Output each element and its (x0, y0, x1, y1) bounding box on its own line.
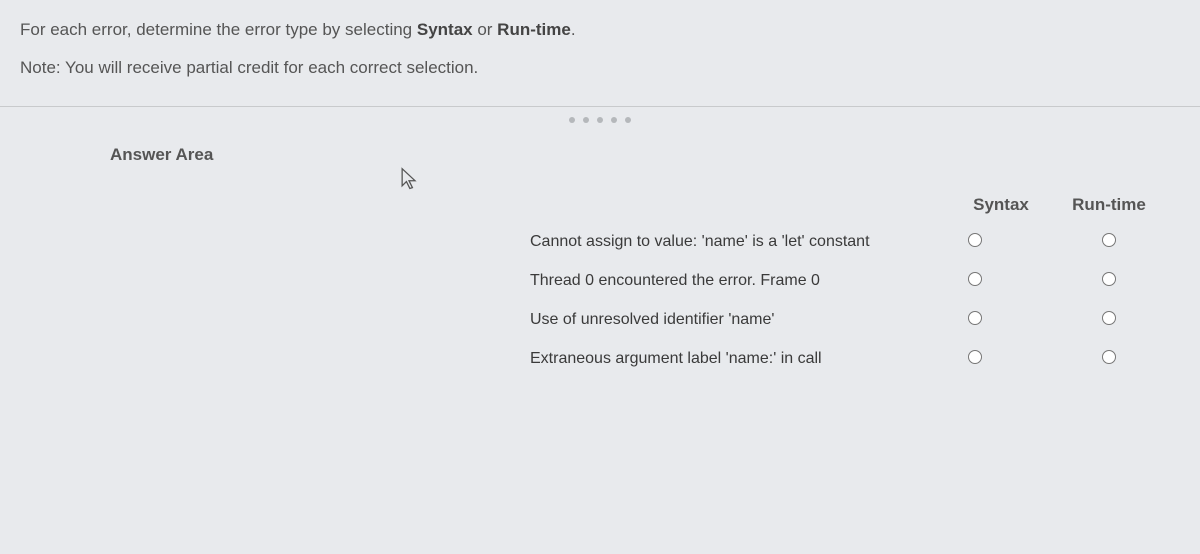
radio-cell-syntax (934, 350, 1016, 369)
radio-group (934, 233, 1160, 252)
radio-runtime[interactable] (1102, 311, 1116, 325)
radio-syntax[interactable] (968, 350, 982, 364)
instruction-text: or (473, 20, 498, 39)
instruction-line-1: For each error, determine the error type… (20, 18, 1180, 42)
drag-handle-dots (569, 117, 631, 123)
column-headers: Syntax Run-time (530, 195, 1160, 215)
instruction-text: . (571, 20, 576, 39)
radio-syntax[interactable] (968, 233, 982, 247)
answer-table: Syntax Run-time Cannot assign to value: … (530, 195, 1160, 369)
question-row: Cannot assign to value: 'name' is a 'let… (530, 233, 1160, 252)
radio-group (934, 350, 1160, 369)
answer-area-label: Answer Area (110, 145, 1160, 165)
radio-cell-runtime (1068, 350, 1150, 369)
question-row: Thread 0 encountered the error. Frame 0 (530, 272, 1160, 291)
radio-runtime[interactable] (1102, 272, 1116, 286)
radio-syntax[interactable] (968, 311, 982, 325)
radio-cell-runtime (1068, 272, 1150, 291)
dot-icon (583, 117, 589, 123)
radio-runtime[interactable] (1102, 233, 1116, 247)
instructions-block: For each error, determine the error type… (0, 0, 1200, 107)
question-container: For each error, determine the error type… (0, 0, 1200, 554)
question-text: Cannot assign to value: 'name' is a 'let… (530, 233, 934, 251)
question-text: Use of unresolved identifier 'name' (530, 311, 934, 329)
syntax-bold: Syntax (417, 20, 473, 39)
radio-group (934, 272, 1160, 291)
instruction-line-2: Note: You will receive partial credit fo… (20, 56, 1180, 80)
radio-runtime[interactable] (1102, 350, 1116, 364)
radio-cell-runtime (1068, 311, 1150, 330)
cursor-icon (400, 167, 418, 191)
dot-icon (597, 117, 603, 123)
dot-icon (625, 117, 631, 123)
radio-cell-syntax (934, 272, 1016, 291)
runtime-bold: Run-time (497, 20, 571, 39)
column-header-syntax: Syntax (960, 195, 1042, 215)
radio-group (934, 311, 1160, 330)
dot-icon (569, 117, 575, 123)
instruction-text: For each error, determine the error type… (20, 20, 417, 39)
question-row: Extraneous argument label 'name:' in cal… (530, 350, 1160, 369)
column-header-runtime: Run-time (1068, 195, 1150, 215)
radio-cell-syntax (934, 233, 1016, 252)
dot-icon (611, 117, 617, 123)
radio-syntax[interactable] (968, 272, 982, 286)
question-row: Use of unresolved identifier 'name' (530, 311, 1160, 330)
radio-cell-runtime (1068, 233, 1150, 252)
question-text: Extraneous argument label 'name:' in cal… (530, 350, 934, 368)
answer-section: Answer Area Syntax Run-time Cannot assig… (0, 107, 1200, 409)
radio-cell-syntax (934, 311, 1016, 330)
question-text: Thread 0 encountered the error. Frame 0 (530, 272, 934, 290)
